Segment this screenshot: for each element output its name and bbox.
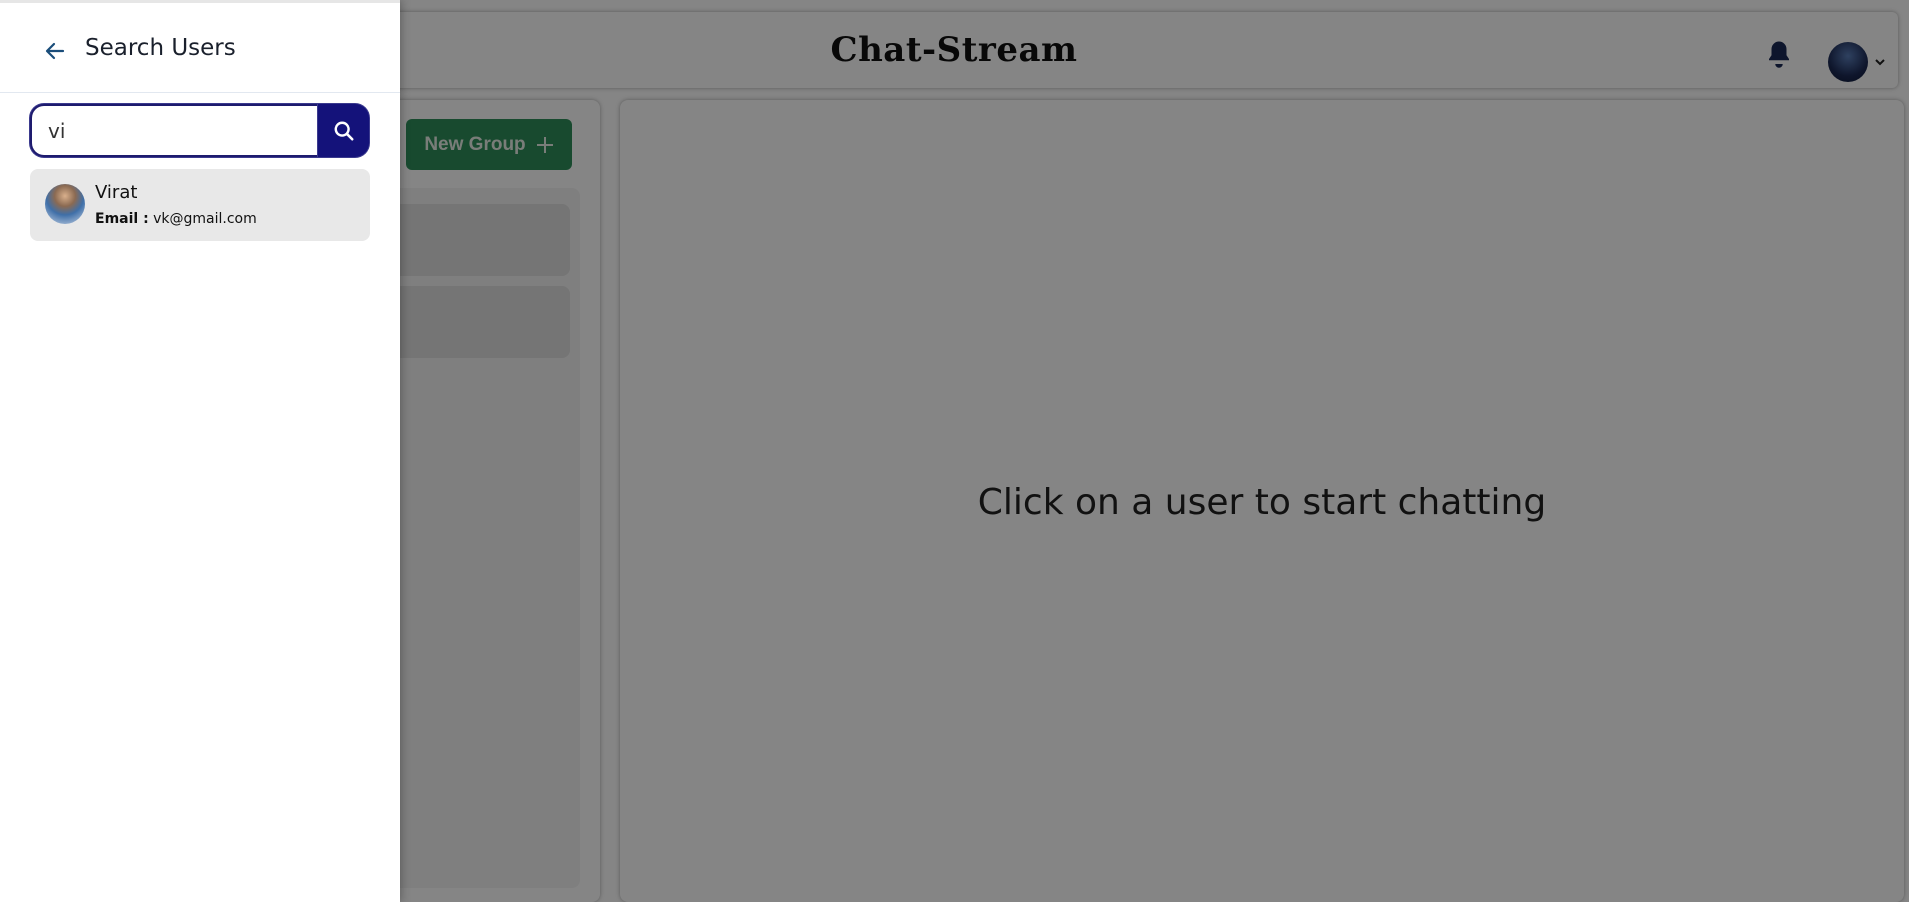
back-button[interactable]	[40, 36, 70, 66]
search-button[interactable]	[318, 104, 369, 157]
avatar	[45, 184, 85, 224]
user-email: Email : vk@gmail.com	[95, 211, 257, 227]
user-name: Virat	[95, 182, 138, 203]
drawer-title: Search Users	[85, 35, 236, 61]
search-bar	[30, 104, 369, 157]
arrow-left-icon	[45, 42, 65, 60]
search-input[interactable]	[30, 104, 318, 157]
user-result-item[interactable]: Virat Email : vk@gmail.com	[30, 169, 370, 241]
search-users-drawer: Search Users Virat Email : vk@gmail.com	[0, 0, 400, 902]
email-value: vk@gmail.com	[153, 211, 257, 227]
search-icon	[334, 121, 354, 141]
drawer-header: Search Users	[0, 3, 400, 93]
email-label: Email :	[95, 211, 149, 227]
